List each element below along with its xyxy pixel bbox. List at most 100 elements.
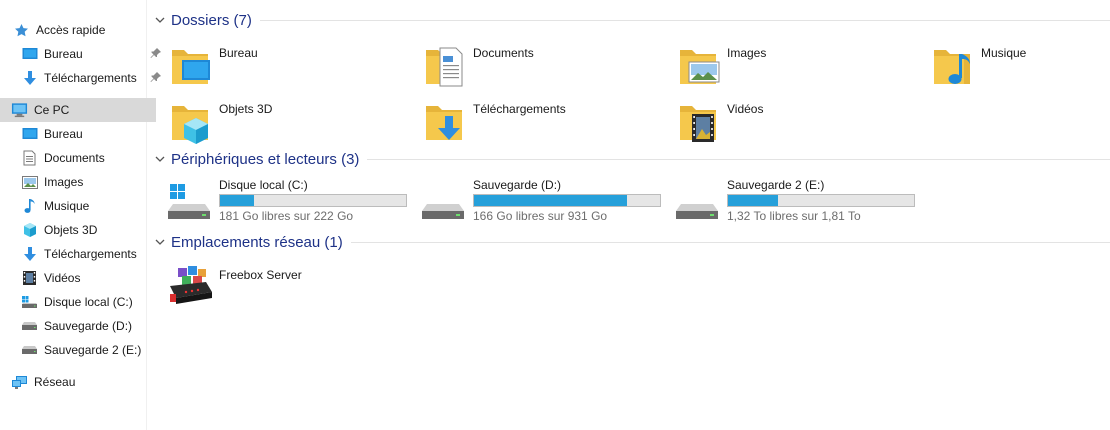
folder-label: Images [727,46,767,60]
desktop-folder-icon [172,50,210,84]
group-title-devices: Périphériques et lecteurs (3) [171,150,360,168]
film-strip-icon [21,270,38,287]
folder-label: Bureau [219,46,258,60]
desktop-icon [21,126,38,143]
3d-objects-folder-icon [172,106,208,144]
nav-qa-bureau-label: Bureau [44,47,83,61]
nav-pc-drive-e-label: Sauvegarde 2 (E:) [44,343,142,357]
content-pane: Dossiers (7) Bureau Documents Images Mus… [150,0,1110,430]
nav-pc-documents[interactable]: Documents [0,146,166,170]
drive-usage-bar [219,194,407,207]
folder-label: Musique [981,46,1027,60]
drive-usage-bar [473,194,661,207]
drive-free-space: 181 Go libres sur 222 Go [219,209,354,223]
group-divider [259,19,1110,21]
nav-pc-musique-label: Musique [44,199,90,213]
folder-tile-videos[interactable]: Vidéos [658,96,908,148]
downloads-folder-icon [426,106,462,140]
videos-folder-icon [680,106,716,142]
chevron-down-icon[interactable] [154,153,166,165]
network-tile-freebox[interactable]: Freebox Server [150,262,400,314]
chevron-down-icon[interactable] [154,236,166,248]
folder-label: Téléchargements [473,102,566,116]
nav-pc-images[interactable]: Images [0,170,166,194]
folder-label: Objets 3D [219,102,273,116]
nav-pc-bureau[interactable]: Bureau [0,122,166,146]
nav-pc-drive-c[interactable]: Disque local (C:) [0,290,166,314]
nav-pc-telechargements-label: Téléchargements [44,247,137,261]
desktop-icon [21,46,38,63]
nav-pc-drive-d-label: Sauvegarde (D:) [44,319,133,333]
nav-pc-drive-d[interactable]: Sauvegarde (D:) [0,314,166,338]
drive-name: Sauvegarde (D:) [473,178,562,192]
folder-tile-telechargements[interactable]: Téléchargements [404,96,654,148]
nav-qa-telechargements-label: Téléchargements [44,71,137,85]
nav-this-pc[interactable]: Ce PC [0,98,156,122]
group-divider [350,241,1110,243]
network-icon [11,374,28,391]
folder-tile-bureau[interactable]: Bureau [150,40,400,92]
star-icon [13,22,30,39]
network-location-label: Freebox Server [219,268,302,282]
drive-name: Sauvegarde 2 (E:) [727,178,825,192]
nav-pc-drive-c-label: Disque local (C:) [44,295,133,309]
group-title-network: Emplacements réseau (1) [171,233,343,251]
documents-folder-icon [426,47,463,87]
nav-pc-videos[interactable]: Vidéos [0,266,166,290]
folder-tile-musique[interactable]: Musique [912,40,1110,92]
download-arrow-icon [21,70,38,87]
folder-tile-documents[interactable]: Documents [404,40,654,92]
navigation-pane: Accès rapide Bureau Téléchargements Ce P… [0,0,161,430]
folder-tile-images[interactable]: Images [658,40,908,92]
drive-tile-d[interactable]: Sauvegarde (D:) 166 Go libres sur 931 Go [404,178,661,224]
nav-this-pc-label: Ce PC [34,103,70,117]
group-divider [367,158,1110,160]
nav-pc-telechargements[interactable]: Téléchargements [0,242,166,266]
drive-free-space: 1,32 To libres sur 1,81 To [727,209,861,223]
drive-usage-fill [220,195,255,206]
drive-windows-icon [21,294,38,311]
nav-pc-drive-e[interactable]: Sauvegarde 2 (E:) [0,338,166,362]
nav-pc-objets-3d-label: Objets 3D [44,223,98,237]
drive-tile-c[interactable]: Disque local (C:) 181 Go libres sur 222 … [150,178,407,224]
hard-drive-icon [21,318,38,335]
music-note-icon [21,198,38,215]
nav-qa-telechargements[interactable]: Téléchargements [0,66,166,90]
cube-3d-icon [21,222,38,239]
nav-pc-musique[interactable]: Musique [0,194,166,218]
nav-network-label: Réseau [34,375,76,389]
folder-label: Vidéos [727,102,764,116]
freebox-server-icon [170,266,212,304]
download-arrow-icon [21,246,38,263]
picture-icon [21,174,38,191]
nav-quick-access-label: Accès rapide [36,23,106,37]
drive-windows-icon [168,184,210,219]
music-folder-icon [934,50,970,84]
drive-usage-fill [728,195,779,206]
folder-label: Documents [473,46,534,60]
nav-pc-bureau-label: Bureau [44,127,83,141]
hard-drive-icon [422,204,464,219]
nav-pc-documents-label: Documents [44,151,105,165]
pictures-folder-icon [680,50,720,84]
document-icon [21,150,38,167]
drive-name: Disque local (C:) [219,178,308,192]
folder-tile-objets-3d[interactable]: Objets 3D [150,96,400,148]
chevron-down-icon[interactable] [154,14,166,26]
hard-drive-icon [21,342,38,359]
nav-pc-objets-3d[interactable]: Objets 3D [0,218,166,242]
computer-icon [11,102,28,119]
drive-usage-bar [727,194,915,207]
nav-quick-access[interactable]: Accès rapide [0,18,158,42]
group-header-folders[interactable]: Dossiers (7) [150,9,1110,31]
group-header-devices[interactable]: Périphériques et lecteurs (3) [150,148,1110,170]
hard-drive-icon [676,204,718,219]
group-header-network[interactable]: Emplacements réseau (1) [150,231,1110,253]
nav-pc-images-label: Images [44,175,84,189]
drive-free-space: 166 Go libres sur 931 Go [473,209,608,223]
nav-qa-bureau[interactable]: Bureau [0,42,166,66]
drive-usage-fill [474,195,627,206]
nav-pc-videos-label: Vidéos [44,271,81,285]
nav-network[interactable]: Réseau [0,370,156,394]
drive-tile-e[interactable]: Sauvegarde 2 (E:) 1,32 To libres sur 1,8… [658,178,915,224]
